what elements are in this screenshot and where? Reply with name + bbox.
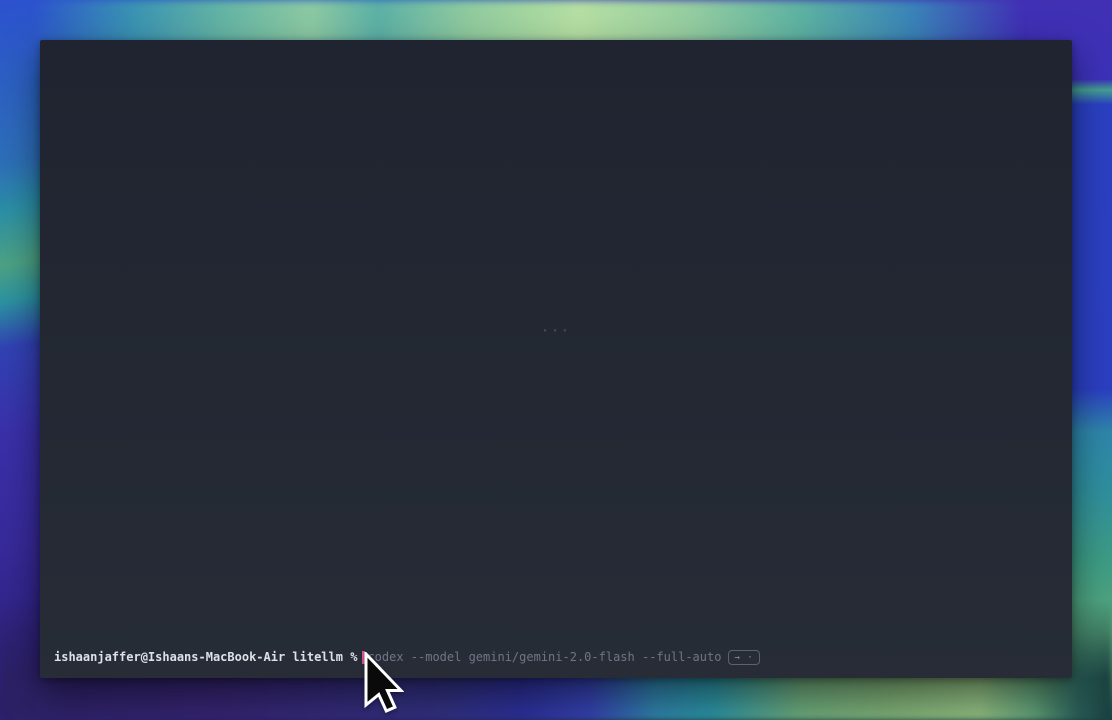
prompt-line[interactable]: ishaanjaffer@Ishaans-MacBook-Air litellm… [54,650,1062,665]
desktop: ··· ishaanjaffer@Ishaans-MacBook-Air lit… [0,0,1112,720]
terminal-window[interactable]: ··· ishaanjaffer@Ishaans-MacBook-Air lit… [40,40,1072,678]
mouse-pointer-icon [364,652,404,714]
loading-indicator: ··· [541,324,570,339]
shell-prompt-text: ishaanjaffer@Ishaans-MacBook-Air litellm… [54,650,357,665]
tab-arrow-icon: → · [734,652,753,664]
tab-hint-badge: → · [728,650,759,665]
autosuggestion-text: codex --model gemini/gemini-2.0-flash --… [367,650,721,665]
